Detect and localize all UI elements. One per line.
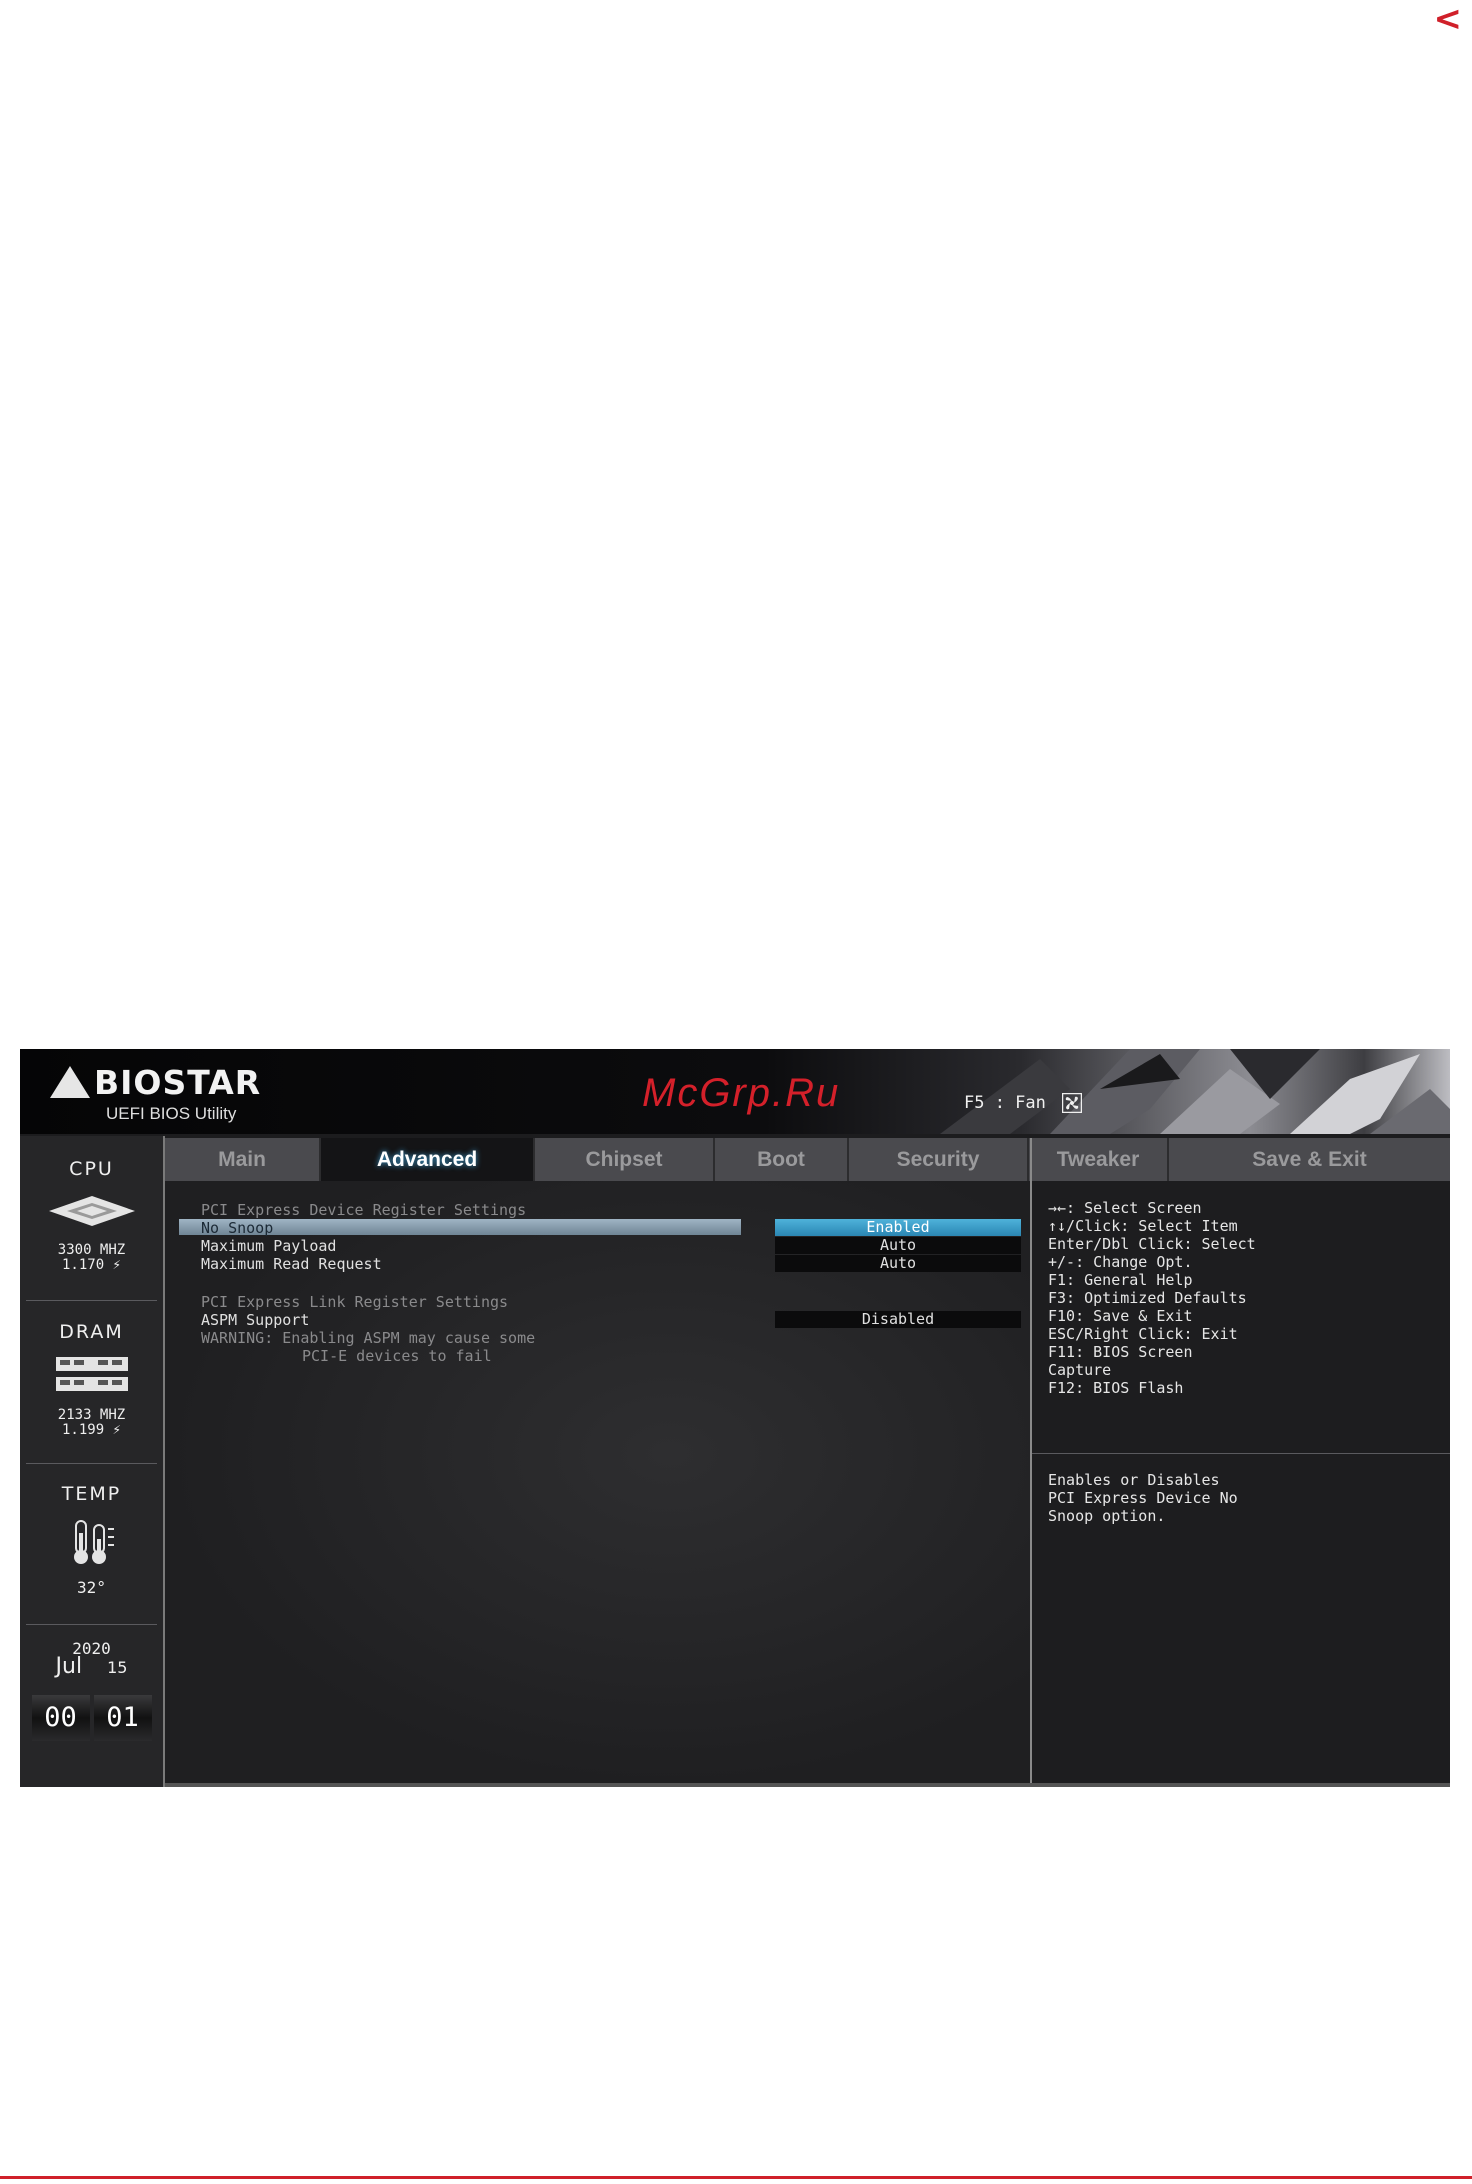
sidebar-divider [26, 1624, 157, 1625]
tab-security[interactable]: Security [849, 1138, 1029, 1181]
fan-shortcut-label: F5 : Fan [964, 1093, 1046, 1113]
thermometer-icon [73, 1520, 114, 1564]
temp-section: TEMP 32° [20, 1483, 163, 1597]
tab-advanced[interactable]: Advanced [321, 1138, 535, 1181]
help-divider [1032, 1453, 1450, 1454]
help-key-line: Enter/Dbl Click: Select [1048, 1235, 1256, 1253]
bios-screen: BIOSTAR UEFI BIOS Utility McGrp.Ru F5 : … [20, 1049, 1450, 1787]
dram-section: DRAM 2133 MHZ 1.199 ⚡ [20, 1321, 163, 1438]
fan-shortcut[interactable]: F5 : Fan [964, 1093, 1083, 1113]
aspm-support-label[interactable]: ASPM Support [201, 1311, 309, 1329]
hardware-monitor-sidebar: CPU 3300 MHZ 1.170 ⚡ DRAM 2133 MHZ 1.199… [20, 1136, 165, 1787]
aspm-support-value[interactable]: Disabled [775, 1311, 1021, 1328]
tab-tweaker[interactable]: Tweaker [1029, 1138, 1169, 1181]
brand-name: BIOSTAR [94, 1063, 262, 1102]
cpu-frequency: 3300 MHZ [57, 1242, 126, 1258]
link-register-heading: PCI Express Link Register Settings [201, 1293, 509, 1311]
dram-frequency: 2133 MHZ [57, 1407, 126, 1423]
help-key-line: Capture [1048, 1361, 1112, 1379]
cpu-chip-icon [48, 1196, 135, 1226]
item-description-line: PCI Express Device No [1048, 1489, 1238, 1507]
item-description-line: Enables or Disables [1048, 1471, 1220, 1489]
watermark: McGrp.Ru [642, 1071, 841, 1115]
back-arrow-icon[interactable]: < [1434, 2, 1463, 36]
settings-panel: PCI Express Device Register Settings No … [165, 1181, 1175, 1787]
tab-bar: Main Advanced Chipset Boot Security Twea… [165, 1138, 1450, 1181]
temp-title: TEMP [61, 1483, 122, 1505]
aspm-warning-line-2: PCI-E devices to fail [302, 1347, 492, 1365]
biostar-logo-icon [50, 1066, 90, 1098]
help-key-line: +/-: Change Opt. [1048, 1253, 1193, 1271]
max-read-request-value[interactable]: Auto [775, 1255, 1021, 1272]
page-bottom-rule [0, 2176, 1472, 2179]
help-key-line: ESC/Right Click: Exit [1048, 1325, 1238, 1343]
clock: 00 01 [29, 1695, 155, 1741]
no-snoop-value[interactable]: Enabled [775, 1219, 1021, 1236]
cpu-section: CPU 3300 MHZ 1.170 ⚡ [20, 1158, 163, 1273]
help-key-line: F1: General Help [1048, 1271, 1193, 1289]
dram-voltage: 1.199 ⚡ [61, 1422, 121, 1438]
max-payload-label[interactable]: Maximum Payload [201, 1237, 336, 1255]
sidebar-divider [26, 1300, 157, 1301]
date-month-day: Jul 15 [20, 1656, 163, 1679]
clock-hours: 00 [31, 1695, 90, 1741]
help-key-line: F12: BIOS Flash [1048, 1379, 1184, 1397]
device-register-heading: PCI Express Device Register Settings [201, 1201, 527, 1219]
dram-title: DRAM [59, 1321, 124, 1343]
tab-chipset[interactable]: Chipset [535, 1138, 715, 1181]
biostar-logo: BIOSTAR UEFI BIOS Utility [50, 1063, 262, 1123]
cpu-voltage: 1.170 ⚡ [61, 1257, 121, 1273]
max-payload-value[interactable]: Auto [775, 1237, 1021, 1254]
fan-icon[interactable] [1062, 1093, 1083, 1113]
aspm-warning-line-1: WARNING: Enabling ASPM may cause some [201, 1329, 536, 1347]
help-key-line: F3: Optimized Defaults [1048, 1289, 1247, 1307]
help-key-line: →←: Select Screen [1048, 1199, 1202, 1217]
bios-subtitle: UEFI BIOS Utility [106, 1104, 237, 1123]
dram-module-icon [55, 1357, 128, 1391]
date-year: 2020 [72, 1639, 111, 1658]
date-month: Jul [55, 1654, 83, 1679]
help-key-line: F10: Save & Exit [1048, 1307, 1193, 1325]
clock-minutes: 01 [93, 1695, 152, 1741]
tab-main[interactable]: Main [165, 1138, 321, 1181]
temperature-value: 32° [77, 1578, 106, 1597]
tab-boot[interactable]: Boot [715, 1138, 849, 1181]
bios-header: BIOSTAR UEFI BIOS Utility McGrp.Ru F5 : … [20, 1049, 1450, 1134]
cpu-title: CPU [69, 1158, 114, 1180]
help-key-line: ↑↓/Click: Select Item [1048, 1217, 1238, 1235]
datetime-section: 2020 Jul 15 00 01 [20, 1641, 163, 1741]
date-day: 15 [107, 1658, 128, 1677]
no-snoop-label[interactable]: No Snoop [201, 1219, 273, 1237]
sidebar-divider [26, 1463, 157, 1464]
header-shard-decoration [940, 1049, 1450, 1134]
help-panel: →←: Select Screen ↑↓/Click: Select Item … [1032, 1181, 1450, 1787]
bios-bottom-edge [165, 1783, 1450, 1787]
tab-save-exit[interactable]: Save & Exit [1169, 1138, 1450, 1181]
help-key-line: F11: BIOS Screen [1048, 1343, 1193, 1361]
item-description-line: Snoop option. [1048, 1507, 1166, 1525]
max-read-request-label[interactable]: Maximum Read Request [201, 1255, 382, 1273]
